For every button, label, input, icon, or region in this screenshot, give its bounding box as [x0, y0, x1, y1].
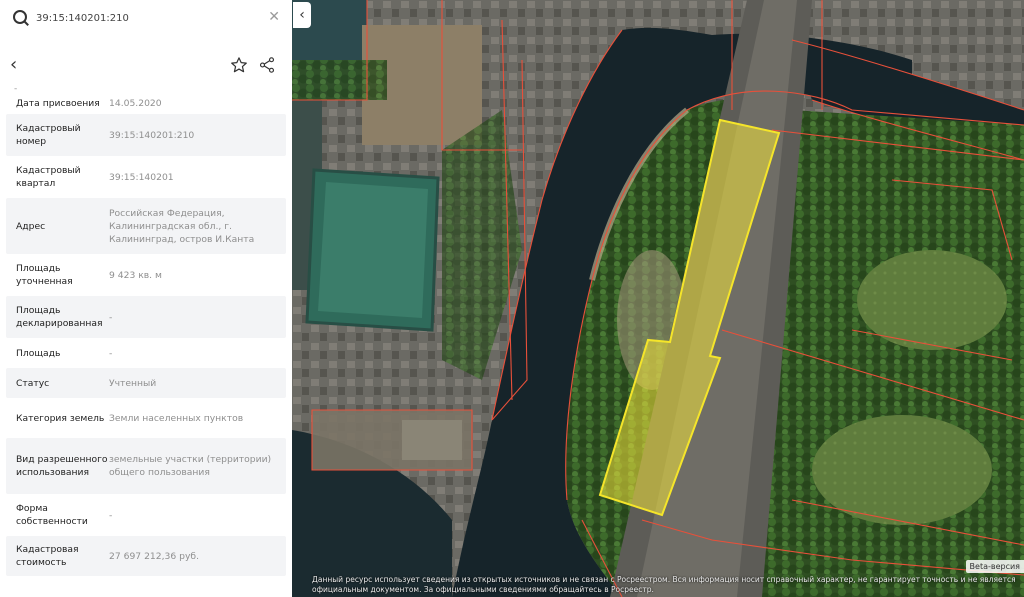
property-value: 27 697 212,36 руб.: [109, 550, 199, 562]
property-row: Площадь -: [6, 338, 286, 368]
property-value: Российская Федерация, Калининградская об…: [109, 207, 255, 245]
property-value: -: [109, 311, 113, 323]
lawn: [812, 415, 992, 525]
search-input[interactable]: [36, 12, 246, 24]
property-row: Кадастровая стоимость 27 697 212,36 руб.: [6, 536, 286, 576]
back-button[interactable]: ‹: [10, 56, 30, 76]
property-value: -: [109, 347, 113, 359]
satellite-map[interactable]: Данный ресурс использует сведения из отк…: [292, 0, 1024, 597]
property-value: Учтенный: [109, 377, 157, 389]
property-label: Кадастровый квартал: [16, 165, 81, 189]
property-label: Адрес: [16, 220, 46, 232]
property-row: Кадастровый номер 39:15:140201:210: [6, 114, 286, 156]
star-outline-icon[interactable]: [230, 56, 248, 74]
close-icon[interactable]: ✕: [268, 9, 280, 25]
search-bar: ✕: [0, 0, 292, 36]
map-canvas[interactable]: [292, 0, 1024, 597]
property-row: Категория земель Земли населенных пунктов: [6, 398, 286, 438]
property-value: -: [109, 509, 113, 521]
property-label: Площадь: [16, 347, 61, 359]
property-row: Вид разрешенного использования земельные …: [6, 438, 286, 494]
property-row: Дата присвоения 14.05.2020: [6, 92, 286, 114]
beta-badge: Beta-версия: [965, 560, 1024, 573]
property-row: Статус Учтенный: [6, 368, 286, 398]
property-label: Вид разрешенного использования: [16, 454, 108, 478]
property-label: Дата присвоения: [16, 97, 100, 109]
property-list: Дата присвоения 14.05.2020 Кадастровый ном…: [6, 92, 286, 576]
property-label: Площадь декларированная: [16, 305, 103, 329]
property-value: 9 423 кв. м: [109, 269, 162, 281]
property-label: Кадастровая стоимость: [16, 544, 79, 568]
property-row: Форма собственности -: [6, 494, 286, 536]
property-value: 39:15:140201:210: [109, 129, 195, 141]
info-panel: ✕ ‹ - Дата присвоения 14.05.2020 Кадастров…: [0, 0, 292, 597]
share-icon[interactable]: [258, 56, 276, 74]
property-row: Кадастровый квартал 39:15:140201: [6, 156, 286, 198]
harbor-warehouse: [402, 420, 462, 460]
property-value: земельные участки (территории) общего по…: [109, 454, 272, 478]
collapse-panel-button[interactable]: ‹: [293, 2, 311, 28]
roof-inner: [318, 182, 428, 318]
property-row: Площадь уточненная 9 423 кв. м: [6, 254, 286, 296]
property-row: Площадь декларированная -: [6, 296, 286, 338]
property-label: Форма собственности: [16, 503, 88, 527]
panel-toolbar: ‹: [0, 50, 292, 84]
property-value: Земли населенных пунктов: [109, 412, 244, 424]
tree-cover: [292, 60, 387, 100]
search-icon[interactable]: [12, 9, 30, 27]
property-label: Категория земель: [16, 412, 105, 424]
property-label: Площадь уточненная: [16, 263, 73, 287]
property-value: 39:15:140201: [109, 171, 174, 183]
property-label: Статус: [16, 377, 50, 389]
property-row: Адрес Российская Федерация, Калининградск…: [6, 198, 286, 254]
map-disclaimer: Данный ресурс использует сведения из отк…: [312, 575, 1016, 594]
property-label: Кадастровый номер: [16, 123, 81, 147]
property-value: 14.05.2020: [109, 97, 162, 109]
